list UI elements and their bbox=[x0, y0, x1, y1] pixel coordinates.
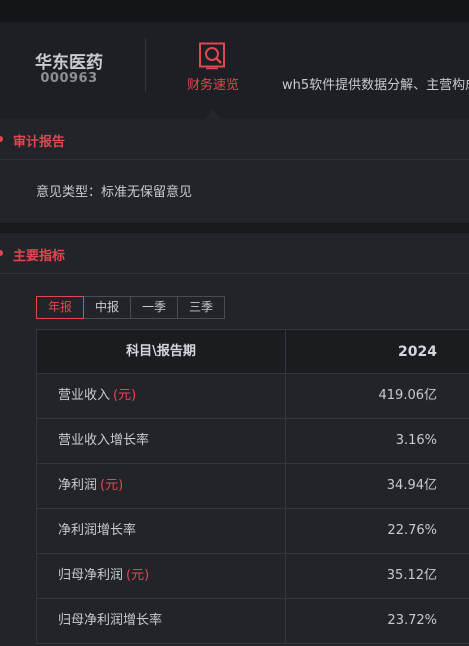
header-divider bbox=[145, 38, 146, 92]
row-label-text: 归母净利润 bbox=[58, 568, 124, 583]
section-dot bbox=[0, 250, 3, 256]
row-label: 净利润增长率 bbox=[36, 509, 286, 553]
row-value: 23.72% bbox=[387, 613, 437, 628]
stock-name: 华东医药 bbox=[35, 53, 103, 73]
section-dot bbox=[0, 136, 3, 142]
audit-report-title: 审计报告 bbox=[13, 135, 66, 150]
tab-q1[interactable]: 一季 bbox=[130, 296, 178, 319]
audit-opinion: 意见类型：标准无保留意见 bbox=[36, 185, 193, 200]
stock-code: 000963 bbox=[40, 71, 98, 86]
main-indicators-card: 主要指标 年报 中报 一季 三季 科目\报告期 2024 营业收入 (元) 419… bbox=[0, 233, 469, 646]
row-label: 归母净利润 (元) bbox=[36, 554, 286, 598]
table-row: 净利润增长率 22.76% bbox=[36, 509, 469, 554]
tab-q3[interactable]: 三季 bbox=[177, 296, 225, 319]
table-row: 净利润 (元) 34.94亿 bbox=[36, 464, 469, 509]
main-indicators-header: 主要指标 bbox=[0, 233, 469, 274]
table-row: 归母净利润 (元) 35.12亿 bbox=[36, 554, 469, 599]
header-subject-period: 科目\报告期 bbox=[36, 330, 286, 373]
row-value: 22.76% bbox=[387, 523, 437, 538]
table-row: 营业收入 (元) 419.06亿 bbox=[36, 374, 469, 419]
main-indicators-title: 主要指标 bbox=[13, 249, 66, 264]
row-label: 营业收入增长率 bbox=[36, 419, 286, 463]
row-label-text: 营业收入 bbox=[58, 388, 111, 403]
table-row: 营业收入增长率 3.16% bbox=[36, 419, 469, 464]
row-label: 营业收入 (元) bbox=[36, 374, 286, 418]
header-year: 2024 bbox=[398, 344, 437, 360]
row-unit: (元) bbox=[113, 388, 137, 403]
header-description: wh5软件提供数据分解、主营构成 bbox=[282, 78, 469, 93]
row-unit: (元) bbox=[126, 568, 150, 583]
table-header-row: 科目\报告期 2024 bbox=[36, 329, 469, 374]
row-label-text: 归母净利润增长率 bbox=[58, 613, 163, 628]
row-label: 净利润 (元) bbox=[36, 464, 286, 508]
top-strip bbox=[0, 0, 469, 22]
row-label-text: 净利润增长率 bbox=[58, 523, 137, 538]
row-label: 归母净利润增长率 bbox=[36, 599, 286, 643]
active-tab-caret bbox=[205, 109, 221, 119]
tab-interim[interactable]: 中报 bbox=[83, 296, 131, 319]
row-unit: (元) bbox=[100, 478, 124, 493]
finance-overview-icon[interactable] bbox=[198, 42, 228, 70]
row-value: 35.12亿 bbox=[386, 568, 437, 583]
row-label-text: 净利润 bbox=[58, 478, 98, 493]
period-tabs: 年报 中报 一季 三季 bbox=[36, 296, 225, 319]
tab-annual[interactable]: 年报 bbox=[36, 296, 84, 319]
stock-header: 华东医药 000963 财务速览 wh5软件提供数据分解、主营构成 bbox=[0, 22, 469, 119]
indicators-table: 科目\报告期 2024 营业收入 (元) 419.06亿 营业收入增长率 3.16… bbox=[36, 329, 469, 644]
audit-report-header: 审计报告 bbox=[0, 119, 469, 160]
tab-finance-overview[interactable]: 财务速览 bbox=[178, 74, 248, 93]
row-value: 34.94亿 bbox=[386, 478, 437, 493]
audit-report-card: 审计报告 意见类型：标准无保留意见 bbox=[0, 119, 469, 223]
row-value: 3.16% bbox=[395, 433, 437, 448]
row-label-text: 营业收入增长率 bbox=[58, 433, 150, 448]
table-row: 归母净利润增长率 23.72% bbox=[36, 599, 469, 644]
row-value: 419.06亿 bbox=[378, 388, 438, 403]
